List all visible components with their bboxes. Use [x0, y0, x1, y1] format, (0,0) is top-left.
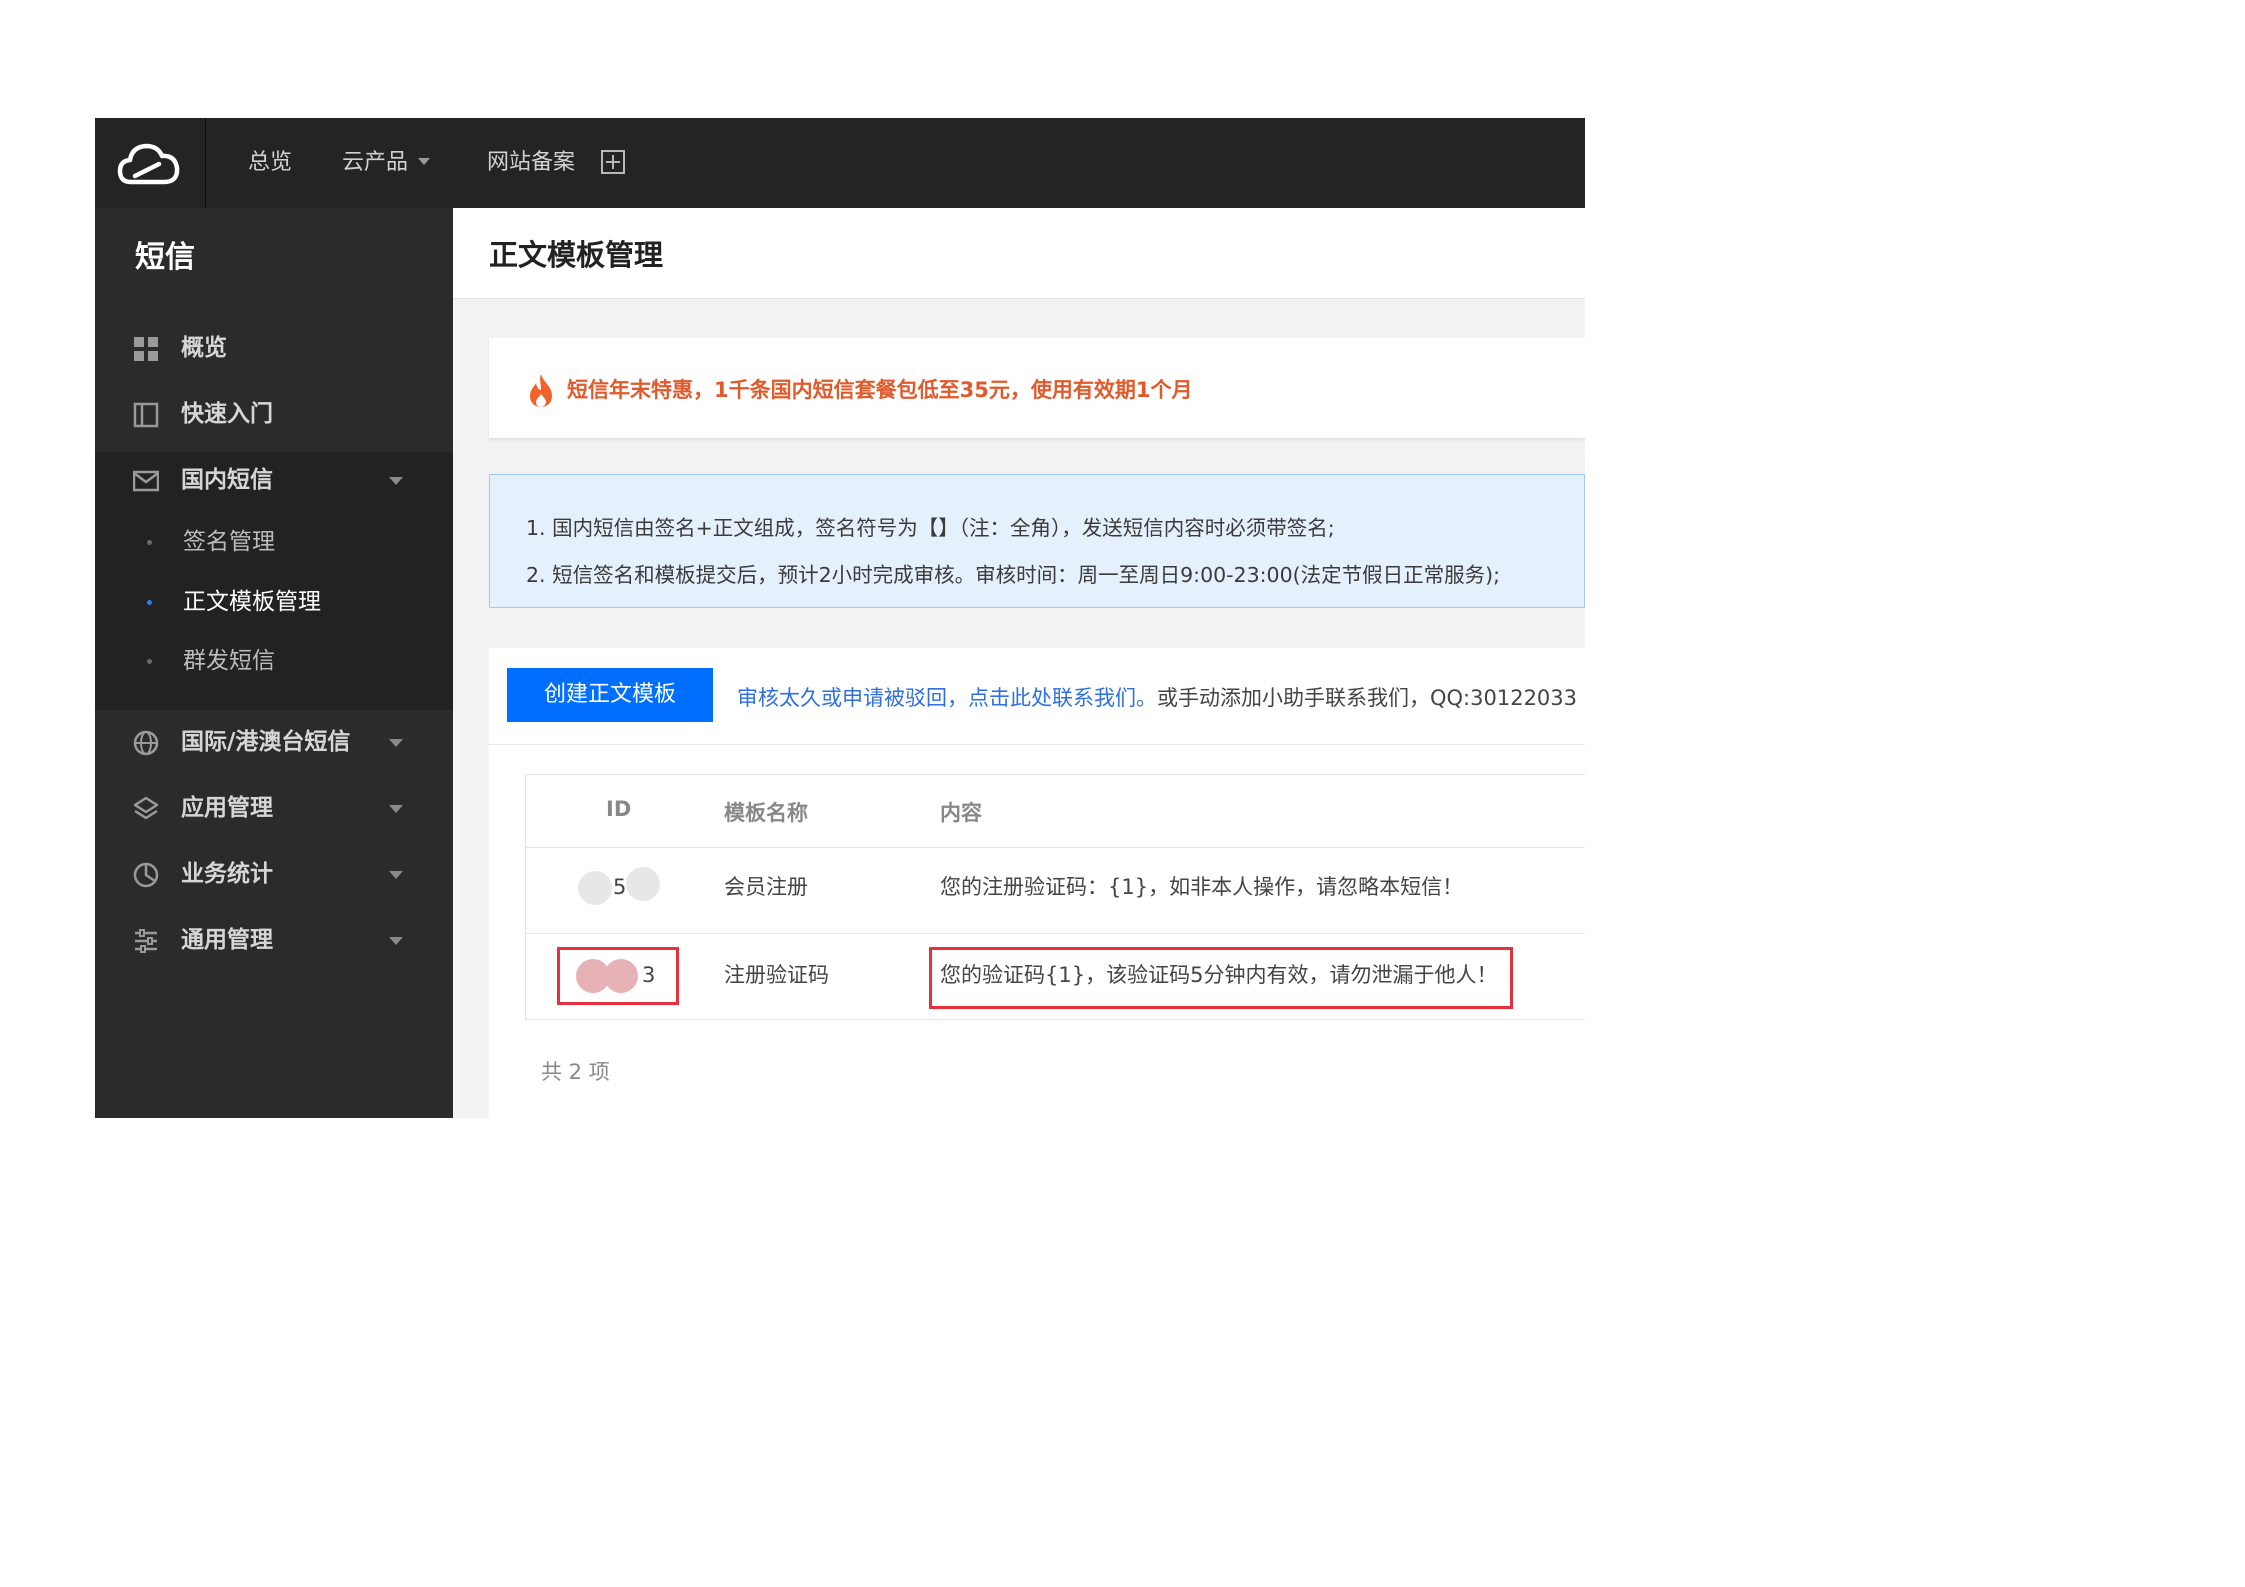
chevron-down-icon — [389, 805, 403, 813]
chevron-down-icon — [389, 477, 403, 485]
sidebar-subitem-label: 正文模板管理 — [183, 589, 321, 615]
sidebar-item-label: 应用管理 — [181, 795, 273, 821]
sidebar-item-label: 概览 — [181, 335, 227, 361]
sliders-icon — [135, 929, 157, 953]
layers-icon — [133, 796, 159, 820]
grid-icon — [134, 337, 158, 361]
sidebar-subitem-template[interactable]: 正文模板管理 — [95, 574, 453, 630]
contact-us-link[interactable]: 审核太久或申请被驳回，点击此处联系我们。 — [737, 686, 1157, 710]
chevron-down-icon — [389, 739, 403, 747]
sidebar-item-overview[interactable]: 概览 — [95, 320, 453, 376]
row-id-suffix: 5 — [613, 875, 627, 899]
bullet-icon — [147, 659, 152, 664]
column-header-id: ID — [606, 797, 632, 821]
total-count: 共 2 项 — [541, 1060, 610, 1084]
divider — [489, 744, 1585, 745]
bullet-icon — [147, 600, 152, 605]
sidebar-subitem-signature[interactable]: 签名管理 — [95, 514, 453, 570]
sidebar-item-label: 业务统计 — [181, 861, 273, 887]
row-id-suffix: 3 — [642, 963, 656, 987]
notice-line-2: 2. 短信签名和模板提交后，预计2小时完成审核。审核时间：周一至周日9:00-2… — [526, 563, 1501, 587]
sidebar-item-domestic-sms[interactable]: 国内短信 — [95, 452, 453, 508]
create-template-button[interactable]: 创建正文模板 — [507, 668, 713, 722]
mail-icon — [133, 470, 159, 492]
info-notice: 1. 国内短信由签名+正文组成，签名符号为【】（注：全角），发送短信内容时必须带… — [489, 474, 1585, 608]
sidebar-item-international-sms[interactable]: 国际/港澳台短信 — [95, 714, 453, 770]
divider — [526, 847, 1585, 848]
promo-banner[interactable]: 短信年末特惠，1千条国内短信套餐包低至35元，使用有效期1个月 — [489, 338, 1585, 438]
globe-icon — [133, 730, 159, 756]
fire-icon — [530, 374, 552, 407]
sidebar-item-general-management[interactable]: 通用管理 — [95, 912, 453, 968]
promo-text: 短信年末特惠，1千条国内短信套餐包低至35元，使用有效期1个月 — [567, 378, 1193, 402]
divider — [526, 1019, 1585, 1020]
pie-chart-icon — [133, 862, 159, 888]
sidebar-item-app-management[interactable]: 应用管理 — [95, 780, 453, 836]
sidebar-item-label: 国际/港澳台短信 — [181, 729, 351, 755]
logo-cell[interactable] — [95, 118, 206, 208]
sidebar-subitem-label: 群发短信 — [183, 648, 275, 674]
row-template-name: 会员注册 — [724, 875, 808, 899]
sidebar: 短信 概览 快速入门 国内短信 签名管理 正文模板管理 群发短信 国际/港澳台短… — [95, 208, 453, 1118]
nav-overview[interactable]: 总览 — [248, 118, 292, 208]
sidebar-item-quickstart[interactable]: 快速入门 — [95, 386, 453, 442]
divider — [526, 933, 1585, 934]
book-icon — [133, 402, 159, 428]
page-header: 正文模板管理 — [453, 208, 1585, 299]
main-content: 正文模板管理 短信年末特惠，1千条国内短信套餐包低至35元，使用有效期1个月 1… — [453, 208, 1585, 1118]
chevron-down-icon — [389, 871, 403, 879]
sidebar-subitem-bulk-sms[interactable]: 群发短信 — [95, 633, 453, 689]
console-screenshot: 总览 云产品 网站备案 短信 概览 快速入门 国内短信 签名管理 正文模板管理 — [95, 118, 1585, 1118]
row-template-name: 注册验证码 — [724, 963, 829, 987]
chevron-down-icon — [389, 937, 403, 945]
template-table: ID 模板名称 内容 5 会员注册 您的注册验证码：{1}，如非本人操作，请忽略… — [525, 774, 1585, 1020]
sidebar-item-label: 快速入门 — [181, 401, 273, 427]
add-shortcut-icon[interactable] — [601, 150, 625, 174]
sidebar-item-label: 通用管理 — [181, 927, 273, 953]
template-panel: 创建正文模板 审核太久或申请被驳回，点击此处联系我们。或手动添加小助手联系我们，… — [489, 648, 1585, 1118]
sidebar-subitem-label: 签名管理 — [183, 529, 275, 555]
row-template-content: 您的验证码{1}，该验证码5分钟内有效，请勿泄漏于他人！ — [940, 963, 1498, 987]
sidebar-item-statistics[interactable]: 业务统计 — [95, 846, 453, 902]
redacted-blur — [626, 867, 660, 901]
bullet-icon — [147, 540, 152, 545]
column-header-name: 模板名称 — [724, 801, 808, 825]
sidebar-item-label: 国内短信 — [181, 467, 273, 493]
row-template-content: 您的注册验证码：{1}，如非本人操作，请忽略本短信！ — [940, 875, 1464, 899]
nav-icp-filing[interactable]: 网站备案 — [487, 118, 575, 208]
contact-hint: 审核太久或申请被驳回，点击此处联系我们。或手动添加小助手联系我们，QQ:3012… — [737, 682, 1577, 712]
contact-qq-text: 或手动添加小助手联系我们，QQ:30122033 — [1157, 686, 1578, 710]
column-header-content: 内容 — [940, 801, 982, 825]
top-navbar: 总览 云产品 网站备案 — [95, 118, 1585, 208]
sidebar-title: 短信 — [135, 240, 195, 275]
nav-cloud-products[interactable]: 云产品 — [342, 118, 431, 208]
cloud-logo-icon — [117, 143, 180, 185]
page-title: 正文模板管理 — [489, 238, 664, 272]
redacted-blur — [578, 871, 612, 905]
redacted-blur — [604, 959, 638, 993]
notice-line-1: 1. 国内短信由签名+正文组成，签名符号为【】（注：全角），发送短信内容时必须带… — [526, 516, 1335, 540]
chevron-down-icon — [418, 158, 431, 165]
